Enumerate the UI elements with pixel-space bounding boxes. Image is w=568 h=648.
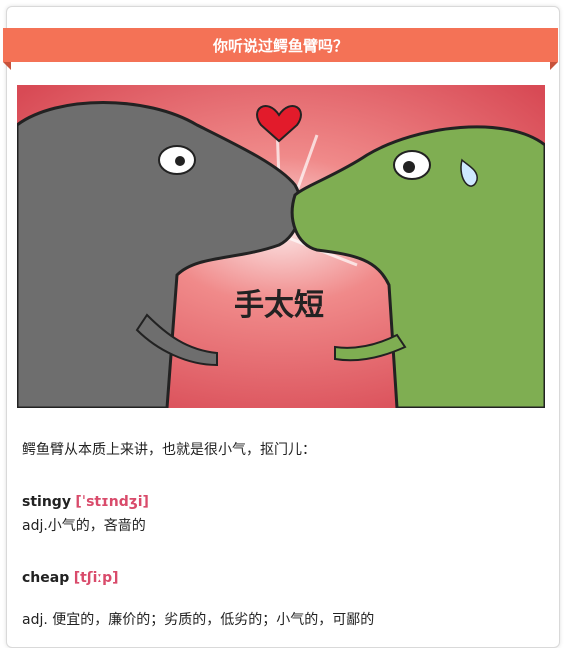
entry-ipa: [tʃiːp]	[73, 570, 119, 586]
intro-paragraph: 鳄鱼臂从本质上来讲，也就是很小气，抠门儿：	[22, 442, 316, 458]
entry-stingy-definition: adj.小气的，吝啬的	[22, 518, 146, 534]
grey-dinosaur-pupil	[175, 156, 185, 166]
entry-cheap-definition: adj. 便宜的，廉价的；劣质的，低劣的；小气的，可鄙的	[22, 612, 375, 628]
header-ribbon: 你听说过鳄鱼臂吗？	[3, 28, 558, 62]
entry-word: stingy	[22, 494, 71, 510]
entry-stingy-heading: stingy [ˈstɪndʒi]	[22, 492, 149, 512]
entry-word: cheap	[22, 570, 70, 586]
ribbon-fold-left	[3, 62, 11, 70]
dinosaur-illustration: 手太短	[17, 85, 545, 408]
entry-cheap-heading: cheap [tʃiːp]	[22, 568, 119, 588]
entry-ipa: [ˈstɪndʒi]	[75, 494, 149, 510]
ribbon-fold-right	[550, 62, 558, 70]
illustration-caption: 手太短	[234, 288, 324, 323]
illustration-svg: 手太短	[17, 85, 545, 408]
green-dinosaur-pupil	[403, 161, 415, 173]
header-title: 你听说过鳄鱼臂吗？	[212, 36, 348, 55]
